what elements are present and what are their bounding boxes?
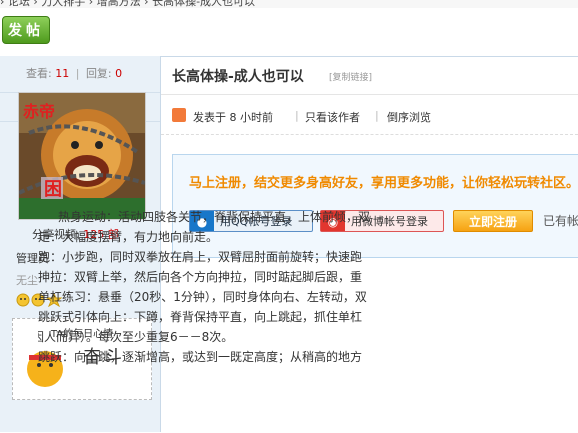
meta-separator: | [375,109,379,122]
register-button[interactable]: 立即注册 [453,210,533,232]
user-icon [172,108,186,122]
stats-separator: | [75,67,80,80]
lion-avatar-image: 赤帝 困 [19,93,145,219]
avatar-text-bottom: 困 [44,179,62,200]
views-label: 查看: [26,67,52,80]
promo-headline: 马上注册，结交更多身高好友，享用更多功能，让你轻松玩转社区。 [189,176,578,191]
content-line: 跳跃：向上跳，逐渐增高，或达到一既定高度；从稍高的地方 [38,350,363,364]
avatar-text-top: 赤帝 [23,102,55,121]
meta-separator: | [295,109,299,122]
thread-stats: 查看: 11 | 回复: 0 [0,56,160,92]
avatar[interactable]: 赤帝 困 [18,92,146,220]
content-line: 抻拉：双臂上举，然后向各个方向抻拉，同时踮起脚后跟，重 [38,270,363,284]
replies-count: 0 [115,67,123,80]
only-author-link[interactable]: 只看该作者 [305,109,360,125]
replies-label: 回复: [85,67,112,80]
views-count: 11 [55,67,70,80]
content-line: 跳跃式引体向上：下蹲，脊背保持平直，向上跳起，抓住单杠 [38,310,363,324]
post-time: 发表于 8 小时前 [193,111,273,124]
content-line: 因人而异）。每次至少重复6－－8次。 [38,330,234,344]
breadcrumb: › 论坛 › 力大排手 › 增高方法 › 长高体操-成人也可以 [0,0,578,8]
user-rank: 无尘 [16,274,38,287]
content-line: 跑：小步跑，同时双拳放在肩上，双臂屈肘面前旋转；快速跑 [38,250,363,264]
post-meta: 发表于 8 小时前 | 只看该作者 | 倒序浏览 [161,100,578,135]
post-button[interactable]: 发帖 [2,16,50,44]
content-line: 单杠练习：悬垂（20秒、1分钟），同时身体向右、左转动，双 [38,290,367,304]
copy-link[interactable]: [复制链接] [329,70,372,83]
have-account-text: 已有帐号 [543,214,578,228]
content-line: 热身运动：活动四肢各关节，脊背保持平直，上体前倾，双 [58,210,371,224]
post-content: 热身运动：活动四肢各关节，脊背保持平直，上体前倾，双 走：大幅度摆臂，有力地向前… [38,207,418,367]
thread-title: 长高体操-成人也可以 [172,69,304,85]
content-line: 走：大幅度摆臂，有力地向前走。 [38,230,219,244]
breadcrumb-text[interactable]: › 论坛 › 力大排手 › 增高方法 › 长高体操-成人也可以 [0,0,255,8]
title-row: 长高体操-成人也可以 [复制链接] [161,56,578,95]
reverse-order-link[interactable]: 倒序浏览 [387,109,431,125]
